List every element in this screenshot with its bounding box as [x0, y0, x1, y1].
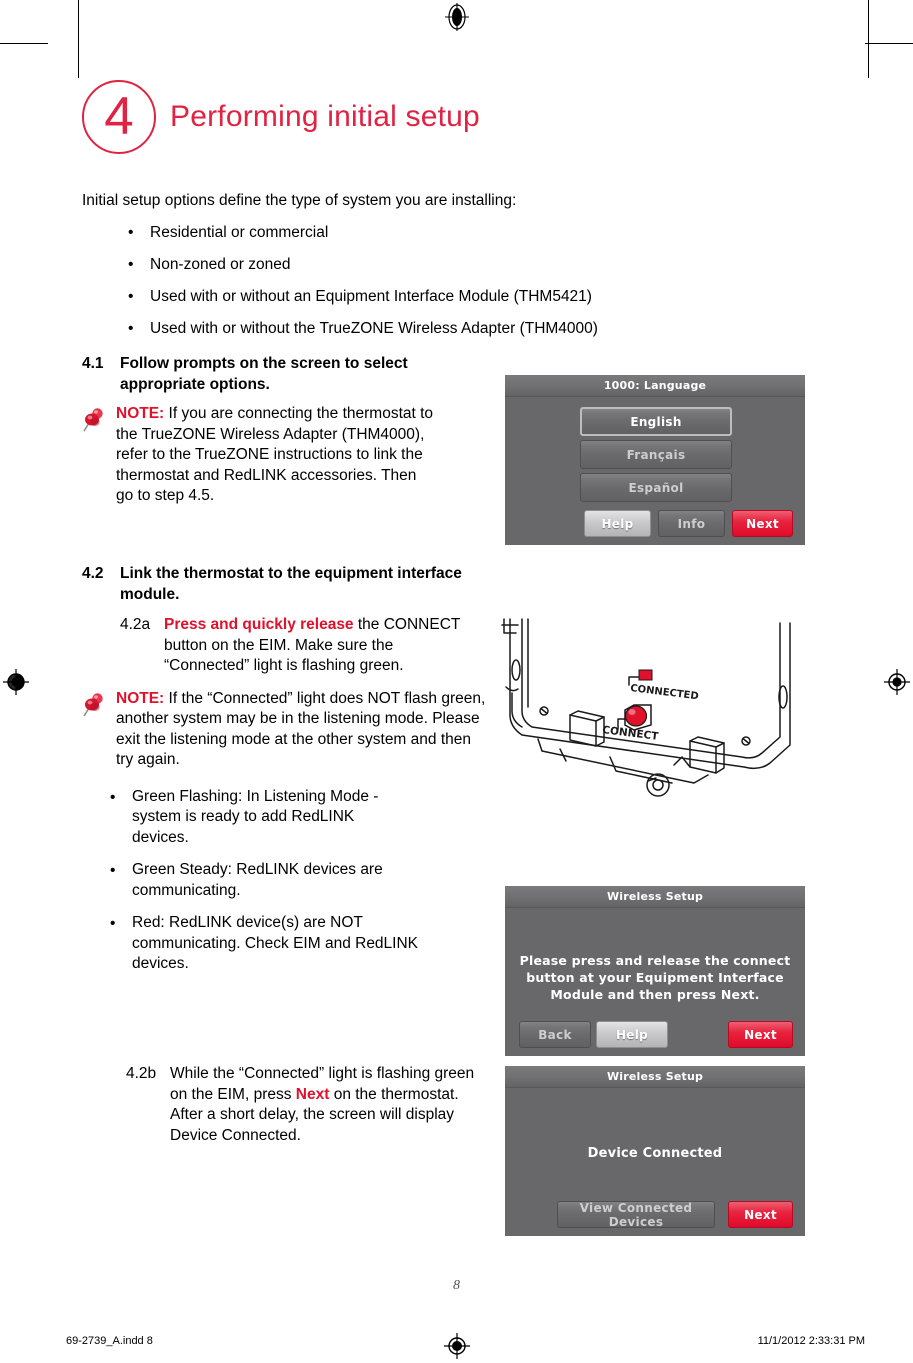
list-item-label: Used with or without an Equipment Interf…: [150, 288, 592, 305]
list-item-label: Red: RedLINK device(s) are NOT communica…: [132, 914, 419, 972]
crop-mark-top-left-horizontal: [0, 43, 48, 44]
registration-mark-bottom-center: [443, 1332, 471, 1360]
bullet-icon: •: [128, 320, 134, 337]
note-4-1-body: NOTE: If you are connecting the thermost…: [116, 404, 434, 507]
intro-bullet-list: • Residential or commercial • Non-zoned …: [128, 222, 768, 350]
help-button-label: Help: [601, 516, 634, 531]
step-4-1-block: 4.1 Follow prompts on the screen to sele…: [82, 354, 492, 507]
intro-paragraph: Initial setup options define the type of…: [82, 192, 517, 209]
chapter-header: 4 Performing initial setup: [82, 80, 480, 154]
back-button-label: Back: [538, 1027, 572, 1042]
bullet-icon: •: [110, 862, 116, 879]
info-button[interactable]: Info: [658, 510, 725, 537]
list-item: • Used with or without the TrueZONE Wire…: [128, 318, 768, 339]
note-text: If the “Connected” light does NOT flash …: [116, 689, 486, 769]
note-4-2: NOTE: If the “Connected” light does NOT …: [82, 689, 492, 771]
pushpin-icon: [82, 689, 116, 724]
note-text: If you are connecting the thermostat to …: [116, 405, 434, 504]
step-4-2-number: 4.2: [82, 565, 104, 582]
list-item-label: Residential or commercial: [150, 224, 329, 241]
device-connected-message: Device Connected: [587, 1146, 723, 1161]
screen-title: Wireless Setup: [505, 1066, 805, 1088]
screen-title: Wireless Setup: [505, 886, 805, 908]
print-timestamp: 11/1/2012 2:33:31 PM: [757, 1335, 865, 1347]
bullet-icon: •: [128, 288, 134, 305]
step-4-1-heading: 4.1 Follow prompts on the screen to sele…: [82, 354, 492, 395]
list-item: • Green Steady: RedLINK devices are comm…: [110, 860, 492, 901]
substep-4-2a-text: Press and quickly release the CONNECT bu…: [164, 615, 464, 677]
next-button-label: Next: [744, 1207, 777, 1222]
thermostat-screen-wireless-setup-prompt: Wireless Setup Please press and release …: [505, 886, 805, 1056]
next-button[interactable]: Next: [728, 1021, 793, 1048]
list-item: • Residential or commercial: [128, 222, 768, 243]
substep-4-2b: 4.2b While the “Connected” light is flas…: [126, 1064, 492, 1146]
note-4-1: NOTE: If you are connecting the thermost…: [82, 404, 492, 507]
connected-led-label: CONNECTED: [630, 683, 700, 702]
list-item-label: Green Flashing: In Listening Mode - syst…: [132, 787, 379, 846]
list-item: • Green Flashing: In Listening Mode - sy…: [110, 787, 492, 849]
bullet-icon: •: [110, 788, 116, 806]
crop-mark-top-left-vertical: [78, 0, 79, 78]
page-title: Performing initial setup: [170, 100, 480, 133]
step-4-2-text: Link the thermostat to the equipment int…: [120, 565, 462, 603]
chapter-number-badge: 4: [82, 80, 156, 154]
help-button[interactable]: Help: [596, 1021, 668, 1048]
list-item: • Red: RedLINK device(s) are NOT communi…: [110, 913, 492, 975]
connect-button-label: CONNECT: [602, 724, 660, 743]
led-status-bullet-list: • Green Flashing: In Listening Mode - sy…: [110, 787, 492, 975]
language-option-espanol-label: Español: [628, 480, 684, 495]
substep-4-2a-number: 4.2a: [120, 616, 151, 633]
substep-4-2b-number: 4.2b: [126, 1065, 157, 1082]
step-4-2-heading: 4.2 Link the thermostat to the equipment…: [82, 564, 492, 605]
note-4-2-body: NOTE: If the “Connected” light does NOT …: [116, 689, 488, 771]
back-button[interactable]: Back: [519, 1021, 591, 1048]
bullet-icon: •: [110, 915, 116, 932]
help-button-label: Help: [615, 1027, 649, 1042]
note-label: NOTE:: [116, 405, 165, 422]
language-option-english-label: English: [630, 414, 682, 429]
list-item: • Non-zoned or zoned: [128, 254, 768, 275]
info-button-label: Info: [677, 516, 706, 531]
substep-4-2a: 4.2a Press and quickly release the CONNE…: [120, 615, 492, 677]
language-option-english[interactable]: English: [580, 407, 732, 436]
note-label: NOTE:: [116, 689, 165, 707]
bullet-icon: •: [128, 224, 134, 241]
registration-mark-right: [883, 668, 911, 696]
step-4-2-block: 4.2 Link the thermostat to the equipment…: [82, 564, 492, 987]
list-item: • Used with or without an Equipment Inte…: [128, 286, 768, 307]
list-item-label: Green Steady: RedLINK devices are commun…: [132, 861, 383, 899]
thermostat-screen-device-connected: Wireless Setup Device Connected View Con…: [505, 1066, 805, 1236]
step-4-1-number: 4.1: [82, 355, 104, 372]
next-button-label: Next: [746, 516, 779, 531]
bullet-icon: •: [128, 256, 134, 273]
thermostat-screen-language: 1000: Language English Français Español …: [505, 375, 805, 545]
step-4-1-text: Follow prompts on the screen to select a…: [120, 355, 408, 393]
language-option-francais-label: Français: [626, 447, 686, 462]
registration-mark-left: [2, 668, 30, 696]
substep-4-2b-block: 4.2b While the “Connected” light is flas…: [82, 1064, 492, 1146]
crop-mark-top-right-vertical: [868, 0, 869, 78]
view-connected-devices-button[interactable]: View Connected Devices: [557, 1200, 715, 1229]
substep-4-2a-emphasis: Press and quickly release: [164, 616, 354, 633]
language-option-espanol[interactable]: Español: [580, 473, 732, 502]
next-button[interactable]: Next: [728, 1201, 793, 1228]
substep-4-2b-emphasis: Next: [295, 1085, 330, 1103]
substep-4-2b-text: While the “Connected” light is flashing …: [170, 1064, 492, 1146]
screen-title: 1000: Language: [505, 375, 805, 397]
crop-mark-top-right-horizontal: [865, 43, 913, 44]
list-item-label: Used with or without the TrueZONE Wirele…: [150, 320, 598, 337]
pushpin-icon: [82, 404, 116, 439]
next-button[interactable]: Next: [732, 510, 793, 537]
registration-mark-top-center: [443, 3, 471, 31]
next-button-label: Next: [744, 1027, 777, 1042]
list-item-label: Non-zoned or zoned: [150, 256, 291, 273]
print-file-name: 69-2739_A.indd 8: [66, 1335, 153, 1347]
page-number: 8: [453, 1278, 460, 1293]
view-connected-devices-label: View Connected Devices: [579, 1200, 693, 1229]
eim-connect-button-diagram: CONNECTED CONNECT: [498, 615, 808, 800]
wireless-setup-message: Please press and release the connect but…: [519, 953, 791, 1002]
language-option-francais[interactable]: Français: [580, 440, 732, 469]
help-button[interactable]: Help: [584, 510, 651, 537]
